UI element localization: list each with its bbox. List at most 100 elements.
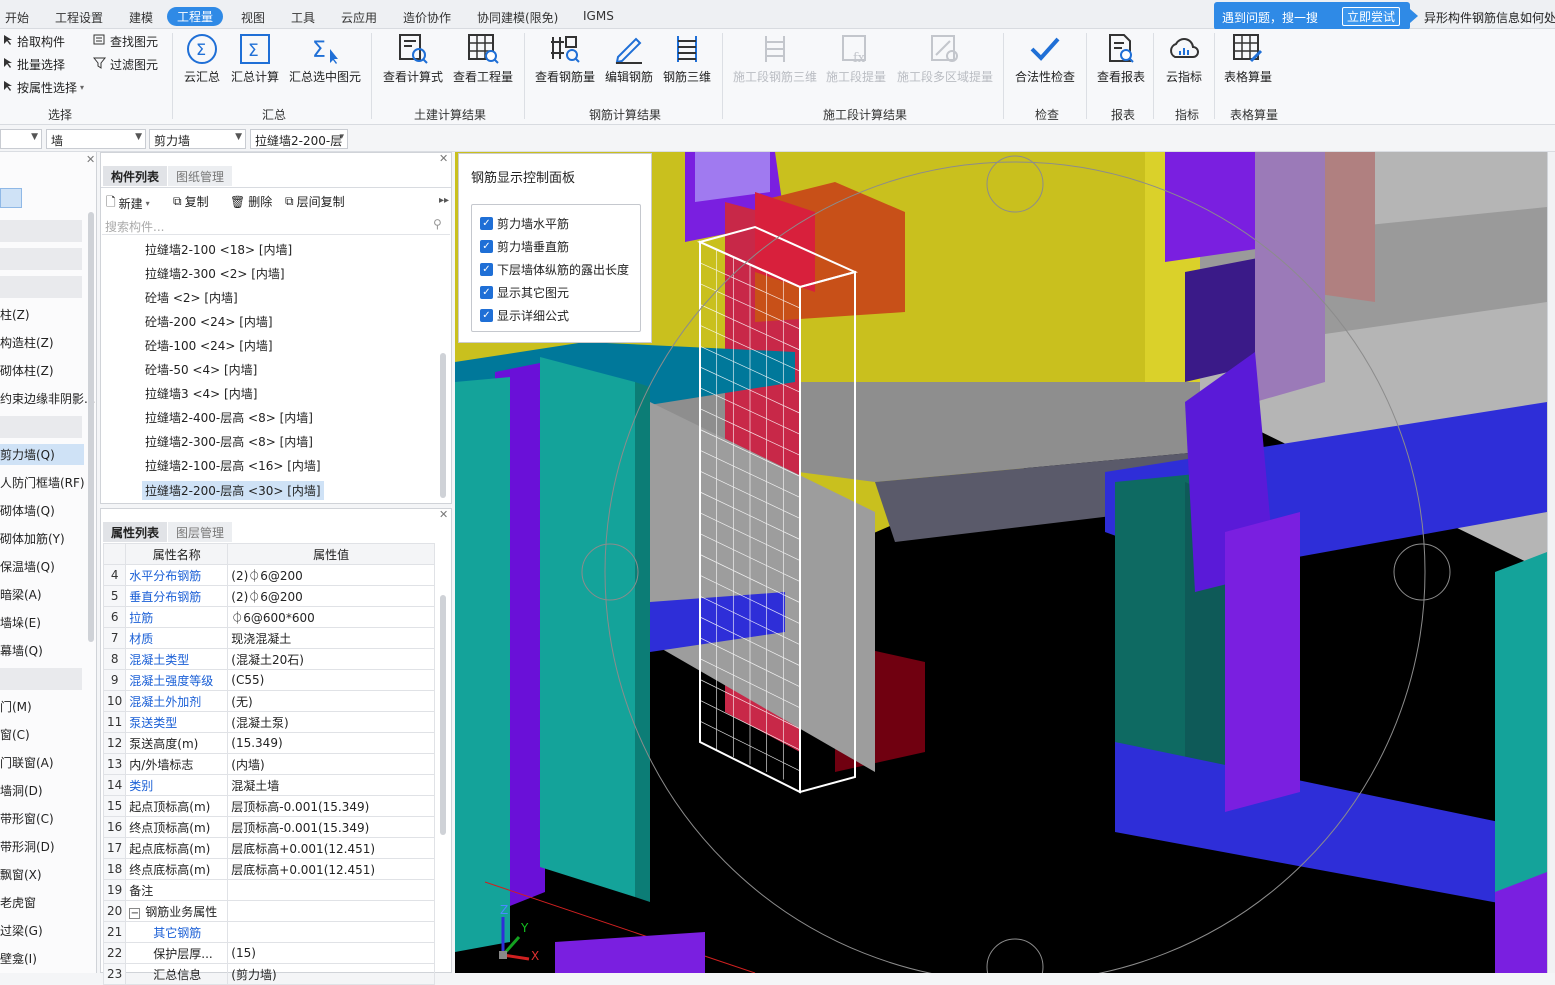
- option-row[interactable]: ✓ 剪力墙水平筋: [480, 215, 569, 232]
- more-icon[interactable]: ▸▸: [439, 195, 449, 206]
- checkbox[interactable]: ✓: [480, 240, 493, 253]
- property-value[interactable]: (2)⏀6@200: [227, 564, 435, 586]
- cloud-summary-button[interactable]: Σ 云汇总: [184, 33, 220, 85]
- option-row[interactable]: ✓ 显示详细公式: [480, 307, 569, 324]
- list-item[interactable]: 拉缝墙2-400-层高 <8> [内墙]: [145, 409, 313, 426]
- property-value[interactable]: (混凝土泵): [227, 711, 435, 733]
- table-row[interactable]: 16 终点顶标高(m) 层顶标高-0.001(15.349): [102, 816, 435, 838]
- checkbox[interactable]: ✓: [480, 217, 493, 230]
- menu-collab-modeling[interactable]: 协同建模(限免): [477, 9, 558, 26]
- menu-project-settings[interactable]: 工程设置: [55, 9, 103, 26]
- table-row[interactable]: 14 类别 混凝土墙: [102, 774, 435, 796]
- edit-rebar-button[interactable]: 编辑钢筋: [605, 33, 653, 85]
- help-article-link[interactable]: 异形构件钢筋信息如何处: [1424, 9, 1555, 26]
- nav-item[interactable]: 柱(Z): [0, 306, 30, 323]
- tab-property-list[interactable]: 属性列表: [103, 522, 168, 542]
- menu-start[interactable]: 开始: [5, 9, 29, 26]
- nav-item[interactable]: 老虎窗: [0, 894, 36, 911]
- checkbox[interactable]: ✓: [480, 309, 493, 322]
- nav-item[interactable]: 壁龛(I): [0, 950, 37, 967]
- view-formula-button[interactable]: 查看计算式: [383, 33, 443, 85]
- menu-cloud[interactable]: 云应用: [341, 9, 377, 26]
- property-value[interactable]: [227, 921, 435, 943]
- new-component-button[interactable]: 🗋 新建 ▾: [106, 193, 150, 214]
- tab-component-list[interactable]: 构件列表: [103, 166, 168, 186]
- nav-item[interactable]: 人防门框墙(RF): [0, 474, 85, 491]
- table-row[interactable]: 9 混凝土强度等级 (C55): [102, 669, 435, 691]
- menu-igms[interactable]: IGMS: [583, 9, 614, 23]
- property-value[interactable]: (剪力墙): [227, 963, 435, 985]
- option-row[interactable]: ✓ 剪力墙垂直筋: [480, 238, 569, 255]
- option-row[interactable]: ✓ 显示其它图元: [480, 284, 569, 301]
- nav-item[interactable]: 砌体柱(Z): [0, 362, 54, 379]
- view-report-button[interactable]: 查看报表: [1097, 33, 1145, 85]
- table-row[interactable]: 18 终点底标高(m) 层底标高+0.001(12.451): [102, 858, 435, 880]
- nav-item[interactable]: 保温墙(Q): [0, 558, 55, 575]
- checkbox[interactable]: ✓: [480, 263, 493, 276]
- table-row[interactable]: 13 内/外墙标志 (内墙): [102, 753, 435, 775]
- property-value[interactable]: 层顶标高-0.001(15.349): [227, 816, 435, 838]
- table-row[interactable]: 20− 钢筋业务属性: [102, 900, 435, 922]
- property-value[interactable]: (无): [227, 690, 435, 712]
- nav-item[interactable]: 带形窗(C): [0, 810, 54, 827]
- list-item[interactable]: 砼墙-200 <24> [内墙]: [145, 313, 273, 330]
- batch-select-button[interactable]: 批量选择: [2, 56, 65, 73]
- table-calc-button[interactable]: 表格算量: [1224, 33, 1272, 85]
- table-row[interactable]: 17 起点底标高(m) 层底标高+0.001(12.451): [102, 837, 435, 859]
- search-input[interactable]: 搜索构件... ⚲: [102, 215, 450, 235]
- orbit-handle-bottom[interactable]: [986, 938, 1044, 973]
- list-item[interactable]: 拉缝墙2-200-层高 <30> [内墙]: [142, 481, 324, 500]
- table-row[interactable]: 12 泵送高度(m) (15.349): [102, 732, 435, 754]
- property-value[interactable]: [227, 879, 435, 901]
- table-row[interactable]: 19 备注: [102, 879, 435, 901]
- property-value[interactable]: 层底标高+0.001(12.451): [227, 858, 435, 880]
- property-value[interactable]: 现浇混凝土: [227, 627, 435, 649]
- floor-select[interactable]: ▼: [0, 129, 42, 149]
- nav-item[interactable]: 剪力墙(Q): [0, 444, 84, 465]
- table-row[interactable]: 23 汇总信息 (剪力墙): [102, 963, 435, 985]
- tab-drawing-manage[interactable]: 图纸管理: [168, 166, 233, 186]
- nav-item[interactable]: 墙洞(D): [0, 782, 43, 799]
- menu-tools[interactable]: 工具: [291, 9, 315, 26]
- option-row[interactable]: ✓ 下层墙体纵筋的露出长度: [480, 261, 629, 278]
- cloud-index-button[interactable]: 云指标: [1166, 33, 1202, 85]
- component-select[interactable]: 拉缝墙2-200-层 ▾: [250, 129, 348, 149]
- list-item[interactable]: 拉缝墙3 <4> [内墙]: [145, 385, 257, 402]
- table-row[interactable]: 22 保护层厚... (15): [102, 942, 435, 964]
- list-item[interactable]: 砼墙-50 <4> [内墙]: [145, 361, 257, 378]
- list-item[interactable]: 拉缝墙2-300 <2> [内墙]: [145, 265, 285, 282]
- nav-item[interactable]: 构造柱(Z): [0, 334, 54, 351]
- collapse-icon[interactable]: −: [129, 907, 141, 919]
- list-item[interactable]: 砼墙-100 <24> [内墙]: [145, 337, 273, 354]
- floor-copy-button[interactable]: ⧉ 层间复制: [285, 193, 345, 210]
- close-icon[interactable]: ✕: [86, 153, 95, 166]
- tab-layer-manage[interactable]: 图层管理: [168, 522, 233, 542]
- legality-check-button[interactable]: 合法性检查: [1015, 33, 1075, 85]
- property-value[interactable]: (C55): [227, 669, 435, 691]
- property-value[interactable]: (混凝土20石): [227, 648, 435, 670]
- scrollbar[interactable]: [88, 212, 94, 642]
- property-value[interactable]: (15): [227, 942, 435, 964]
- segment-multi-button[interactable]: 施工段多区域提量: [897, 33, 993, 85]
- segment-extract-button[interactable]: fx 施工段提量: [826, 33, 886, 85]
- select-by-attr-button[interactable]: 按属性选择 ▾: [2, 79, 84, 96]
- scrollbar[interactable]: [440, 353, 446, 498]
- scrollbar[interactable]: [440, 595, 446, 835]
- copy-component-button[interactable]: ⧉ 复制: [173, 193, 209, 210]
- property-value[interactable]: (2)⏀6@200: [227, 585, 435, 607]
- type-select[interactable]: 剪力墙 ▼: [149, 129, 246, 149]
- table-row[interactable]: 5 垂直分布钢筋 (2)⏀6@200: [102, 585, 435, 607]
- nav-item[interactable]: 暗梁(A): [0, 586, 42, 603]
- table-row[interactable]: 7 材质 现浇混凝土: [102, 627, 435, 649]
- menu-modeling[interactable]: 建模: [129, 9, 153, 26]
- nav-item[interactable]: 门联窗(A): [0, 754, 54, 771]
- nav-item[interactable]: 过梁(G): [0, 922, 43, 939]
- find-element-button[interactable]: 查找图元: [93, 33, 158, 50]
- nav-item[interactable]: 门(M): [0, 698, 32, 715]
- property-value[interactable]: 层底标高+0.001(12.451): [227, 837, 435, 859]
- property-value[interactable]: (15.349): [227, 732, 435, 754]
- checkbox[interactable]: ✓: [480, 286, 493, 299]
- nav-item[interactable]: 飘窗(X): [0, 866, 42, 883]
- property-value[interactable]: 层顶标高-0.001(15.349): [227, 795, 435, 817]
- table-row[interactable]: 6 拉筋 ⏀6@600*600: [102, 606, 435, 628]
